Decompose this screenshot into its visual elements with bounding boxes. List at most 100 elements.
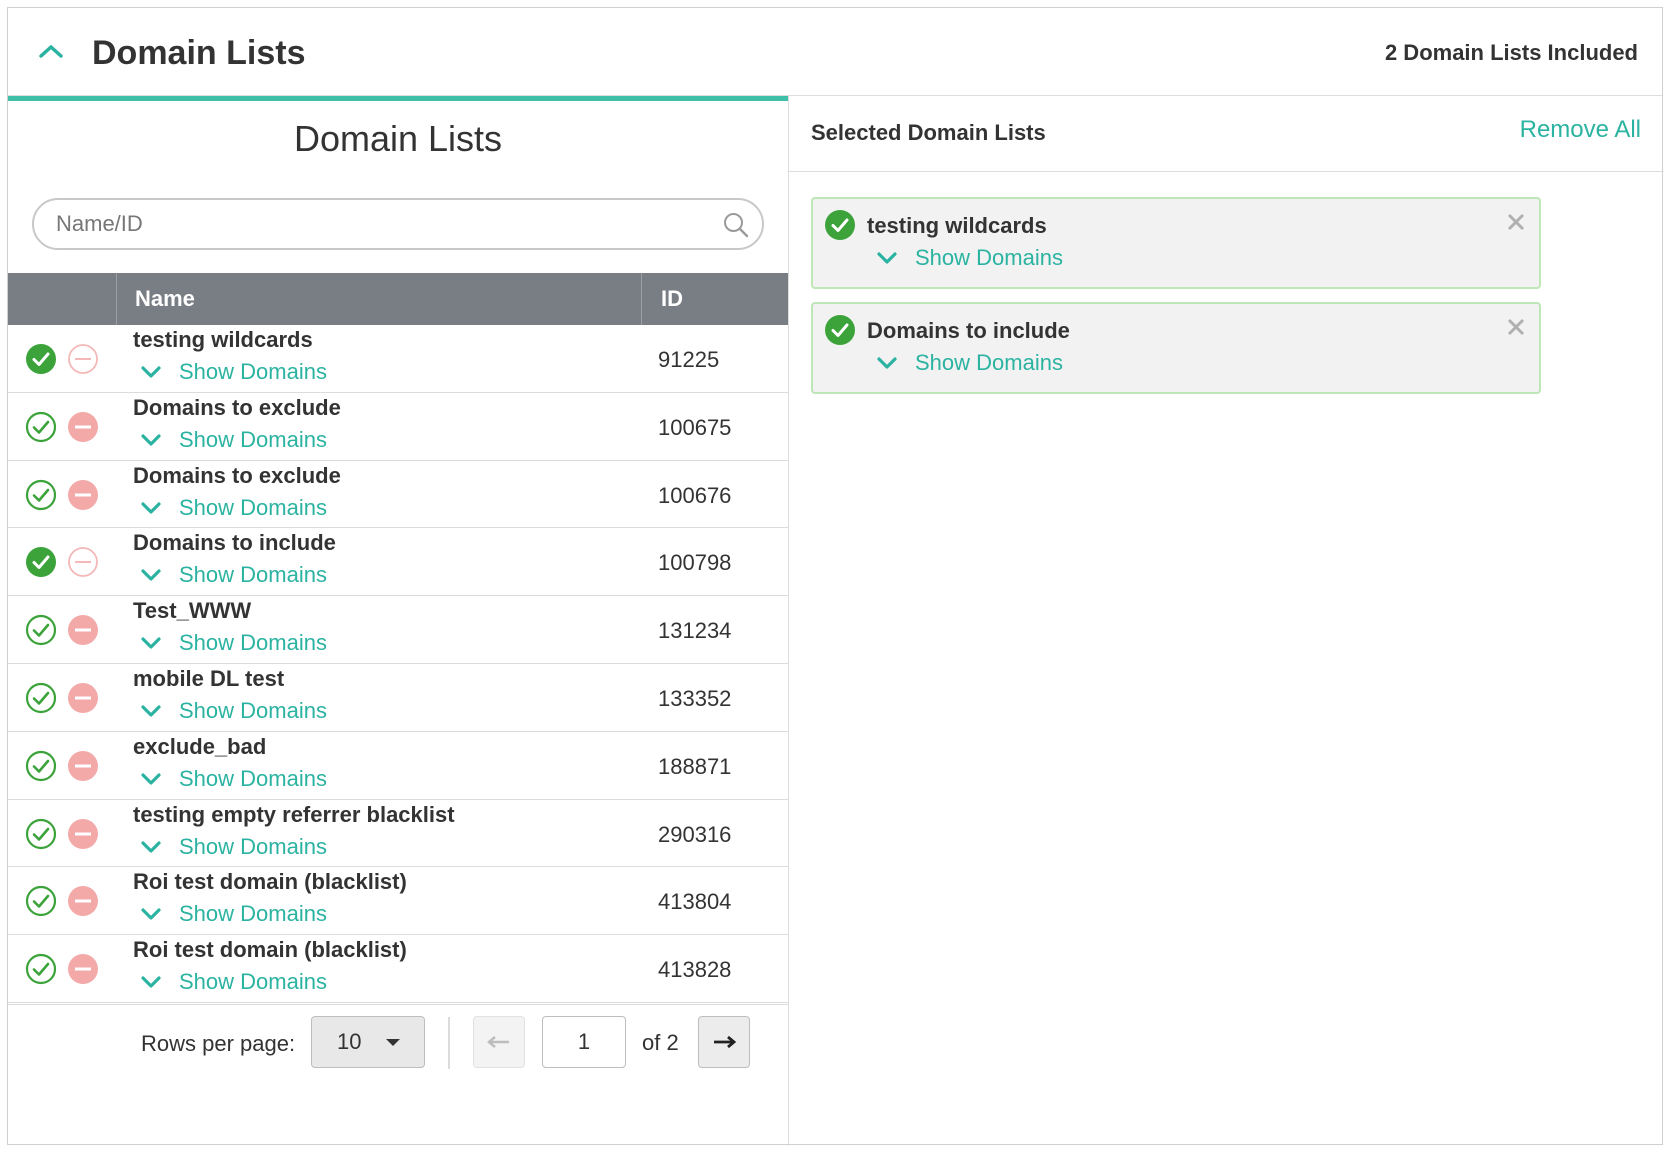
- row-id: 100675: [658, 414, 732, 440]
- table-row: Test_WWW Show Domains 131234: [8, 596, 788, 664]
- table-row: Domains to exclude Show Domains 100676: [8, 461, 788, 529]
- chevron-up-icon[interactable]: [36, 38, 66, 64]
- included-check-icon: [824, 209, 856, 241]
- include-check-icon[interactable]: [25, 343, 57, 375]
- include-check-icon[interactable]: [25, 885, 57, 917]
- show-domains-link[interactable]: Show Domains: [875, 350, 1063, 376]
- table-row: testing empty referrer blacklist Show Dom…: [8, 800, 788, 868]
- exclude-minus-icon[interactable]: [67, 818, 99, 850]
- panel-title: Domain Lists: [92, 34, 306, 72]
- show-domains-label: Show Domains: [179, 562, 327, 588]
- row-name: Domains to exclude: [133, 462, 341, 488]
- include-check-icon[interactable]: [25, 818, 57, 850]
- exclude-minus-icon[interactable]: [67, 343, 99, 375]
- row-id: 100676: [658, 482, 732, 508]
- chevron-down-icon: [141, 501, 161, 514]
- show-domains-link[interactable]: Show Domains: [139, 698, 327, 724]
- row-id: 131234: [658, 618, 732, 644]
- available-lists-section: Domain Lists Name ID testing wildcards Sh…: [8, 96, 788, 1146]
- show-domains-link[interactable]: Show Domains: [139, 630, 327, 656]
- row-name: Roi test domain (blacklist): [133, 869, 407, 895]
- next-page-button[interactable]: [698, 1016, 750, 1068]
- included-check-icon: [824, 314, 856, 346]
- row-id: 413828: [658, 957, 732, 983]
- row-id: 91225: [658, 347, 720, 372]
- chevron-down-icon: [141, 637, 161, 649]
- domain-lists-panel: Domain Lists 2 Domain Lists Included Dom…: [7, 7, 1664, 1146]
- remove-all-button[interactable]: Remove All: [1520, 116, 1641, 144]
- show-domains-link[interactable]: Show Domains: [139, 359, 327, 385]
- pagination: Rows per page: 10 1 of 2: [8, 1004, 788, 1084]
- show-domains-link[interactable]: Show Domains: [139, 495, 327, 521]
- rows-per-page-value: 10: [337, 1029, 362, 1054]
- table-row: Roi test domain (blacklist) Show Domains 4…: [8, 867, 788, 936]
- column-divider: [641, 273, 642, 325]
- row-name: testing empty referrer blacklist: [133, 801, 455, 827]
- table-row: mobile DL test Show Domains 133352: [8, 664, 788, 732]
- row-name: Domains to include: [133, 530, 336, 556]
- search-icon[interactable]: [722, 211, 750, 239]
- page-number-input[interactable]: 1: [542, 1016, 626, 1068]
- row-name: Domains to exclude: [133, 394, 341, 420]
- show-domains-link[interactable]: Show Domains: [139, 834, 327, 860]
- exclude-minus-icon[interactable]: [67, 953, 99, 985]
- selected-list-name: testing wildcards: [867, 213, 1047, 238]
- include-check-icon[interactable]: [25, 614, 57, 646]
- total-pages-label: of 2: [642, 1030, 679, 1055]
- exclude-minus-icon[interactable]: [67, 682, 99, 714]
- active-tab-indicator: [8, 96, 788, 101]
- chevron-down-icon: [877, 357, 897, 369]
- include-check-icon[interactable]: [25, 682, 57, 714]
- chevron-down-icon: [141, 705, 161, 717]
- row-id: 100798: [658, 550, 732, 576]
- selected-list-card: testing wildcards Show Domains: [811, 197, 1541, 289]
- show-domains-link[interactable]: Show Domains: [139, 969, 327, 995]
- chevron-down-icon: [141, 908, 161, 920]
- show-domains-label: Show Domains: [179, 969, 327, 995]
- show-domains-label: Show Domains: [179, 494, 327, 520]
- include-check-icon[interactable]: [25, 953, 57, 985]
- show-domains-label: Show Domains: [179, 630, 327, 656]
- table-row: Roi test domain (blacklist) Show Domains 4…: [8, 935, 788, 1003]
- close-icon[interactable]: [1505, 211, 1527, 233]
- show-domains-link[interactable]: Show Domains: [139, 901, 327, 927]
- exclude-minus-icon[interactable]: [67, 479, 99, 511]
- search-input[interactable]: [54, 208, 714, 240]
- show-domains-label: Show Domains: [179, 697, 327, 723]
- row-name: mobile DL test: [133, 665, 285, 691]
- show-domains-link[interactable]: Show Domains: [139, 427, 327, 453]
- row-id: 133352: [658, 685, 732, 711]
- included-count: 2 Domain Lists Included: [1384, 40, 1638, 65]
- previous-page-button[interactable]: [473, 1016, 525, 1068]
- exclude-minus-icon[interactable]: [67, 546, 99, 578]
- domain-lists-table-body: testing wildcards Show Domains 91225 Domain…: [8, 325, 788, 1003]
- table-row: exclude_bad Show Domains 188871: [8, 732, 788, 800]
- table-row: testing wildcards Show Domains 91225: [8, 325, 788, 393]
- show-domains-label: Show Domains: [915, 245, 1063, 270]
- exclude-minus-icon[interactable]: [67, 614, 99, 646]
- show-domains-link[interactable]: Show Domains: [139, 562, 327, 588]
- selected-lists-title: Selected Domain Lists: [811, 120, 1046, 145]
- row-name: exclude_bad: [133, 733, 267, 759]
- include-check-icon[interactable]: [25, 479, 57, 511]
- chevron-down-icon: [141, 976, 161, 988]
- include-check-icon[interactable]: [25, 546, 57, 578]
- exclude-minus-icon[interactable]: [67, 885, 99, 917]
- panel-header: Domain Lists 2 Domain Lists Included: [8, 8, 1662, 96]
- include-check-icon[interactable]: [25, 411, 57, 443]
- exclude-minus-icon[interactable]: [67, 750, 99, 782]
- exclude-minus-icon[interactable]: [67, 411, 99, 443]
- table-row: Domains to exclude Show Domains 100675: [8, 393, 788, 461]
- include-check-icon[interactable]: [25, 750, 57, 782]
- selected-list-card: Domains to include Show Domains: [811, 302, 1541, 394]
- show-domains-link[interactable]: Show Domains: [875, 245, 1063, 271]
- chevron-down-icon: [141, 569, 161, 581]
- column-header-id[interactable]: ID: [661, 286, 683, 312]
- column-header-name[interactable]: Name: [135, 286, 195, 312]
- close-icon[interactable]: [1505, 316, 1527, 338]
- arrow-right-icon: [714, 1035, 737, 1049]
- row-id: 413804: [658, 889, 732, 915]
- show-domains-link[interactable]: Show Domains: [139, 766, 327, 792]
- rows-per-page-select[interactable]: 10: [311, 1016, 425, 1068]
- row-name: Test_WWW: [133, 598, 252, 624]
